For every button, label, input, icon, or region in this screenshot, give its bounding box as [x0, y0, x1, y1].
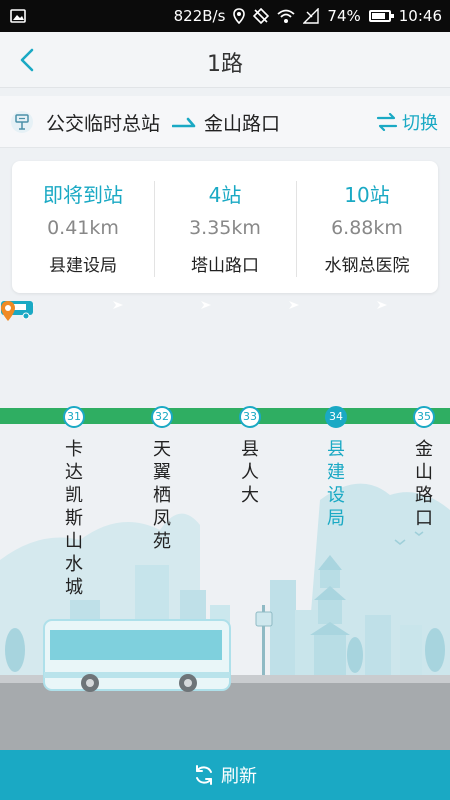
switch-direction-button[interactable]: 切换 — [376, 109, 438, 135]
app-header: 1路 — [0, 32, 450, 88]
stop-number-badge[interactable]: 32 — [151, 406, 173, 428]
stop-name[interactable]: 卡达凯斯山水城 — [63, 438, 85, 599]
arrival-info-item[interactable]: 10站 6.88km 水钢总医院 — [296, 161, 438, 293]
route-map-scene: 31 卡达凯斯山水城 32 天翼栖凤苑 33 县人大 34 县建设局 35 金山… — [0, 300, 450, 750]
page-title: 1路 — [207, 52, 243, 77]
direction-arrow-icon — [172, 117, 196, 128]
direction-arrow-icon — [113, 301, 123, 309]
network-speed: 822B/s — [173, 7, 226, 25]
stop-number-badge-current[interactable]: 34 — [325, 406, 347, 428]
stop-number-badge[interactable]: 33 — [239, 406, 261, 428]
switch-label: 切换 — [402, 113, 438, 134]
arrival-status: 10站 — [344, 183, 390, 207]
route-bar: 公交临时总站 金山路口 切换 — [0, 96, 450, 148]
arrival-info-card: 即将到站 0.41km 县建设局 4站 3.35km 塔山路口 10站 6.88… — [12, 161, 438, 293]
stop-name[interactable]: 天翼栖凤苑 — [151, 438, 173, 553]
wifi-icon — [277, 9, 296, 23]
swap-arrows-icon — [376, 113, 398, 131]
stop-name-current[interactable]: 县建设局 — [325, 438, 347, 530]
arrival-info-item[interactable]: 4站 3.35km 塔山路口 — [154, 161, 296, 293]
battery-level — [371, 13, 386, 19]
bus-current-station: 塔山路口 — [191, 256, 259, 276]
arrival-distance: 0.41km — [47, 217, 119, 239]
refresh-label: 刷新 — [221, 766, 257, 787]
stop-number-badge[interactable]: 35 — [413, 406, 435, 428]
bus-stop-icon — [11, 111, 33, 133]
bus-current-station: 水钢总医院 — [324, 256, 410, 276]
refresh-icon — [196, 765, 212, 785]
refresh-button[interactable]: 刷新 — [0, 750, 450, 800]
direction-arrow-icon — [201, 301, 211, 309]
route-destination: 金山路口 — [204, 113, 281, 135]
stop-name[interactable]: 县人大 — [239, 438, 261, 507]
gallery-notification-icon — [10, 9, 26, 23]
arrival-status: 即将到站 — [43, 183, 123, 207]
arrival-distance: 6.88km — [331, 217, 403, 239]
battery-percent: 74% — [327, 7, 361, 25]
stop-name[interactable]: 金山路口 — [413, 438, 435, 530]
arrival-info-item[interactable]: 即将到站 0.41km 县建设局 — [12, 161, 154, 293]
battery-icon — [368, 10, 394, 22]
vibrate-icon — [253, 8, 270, 24]
signal-icon — [303, 8, 320, 24]
route-origin: 公交临时总站 — [46, 113, 161, 135]
arrival-distance: 3.35km — [189, 217, 261, 239]
location-pin-icon — [1, 301, 15, 321]
clock: 10:46 — [398, 7, 442, 25]
direction-arrow-icon — [377, 301, 387, 309]
direction-arrow-icon — [289, 301, 299, 309]
stop-number-badge[interactable]: 31 — [63, 406, 85, 428]
arrival-status: 4站 — [208, 183, 242, 207]
status-bar: 822B/s 74% 10:46 — [0, 0, 450, 32]
bus-current-station: 县建设局 — [49, 256, 117, 276]
location-status-icon — [233, 8, 246, 24]
status-right: 822B/s 74% 10:46 — [174, 0, 442, 32]
